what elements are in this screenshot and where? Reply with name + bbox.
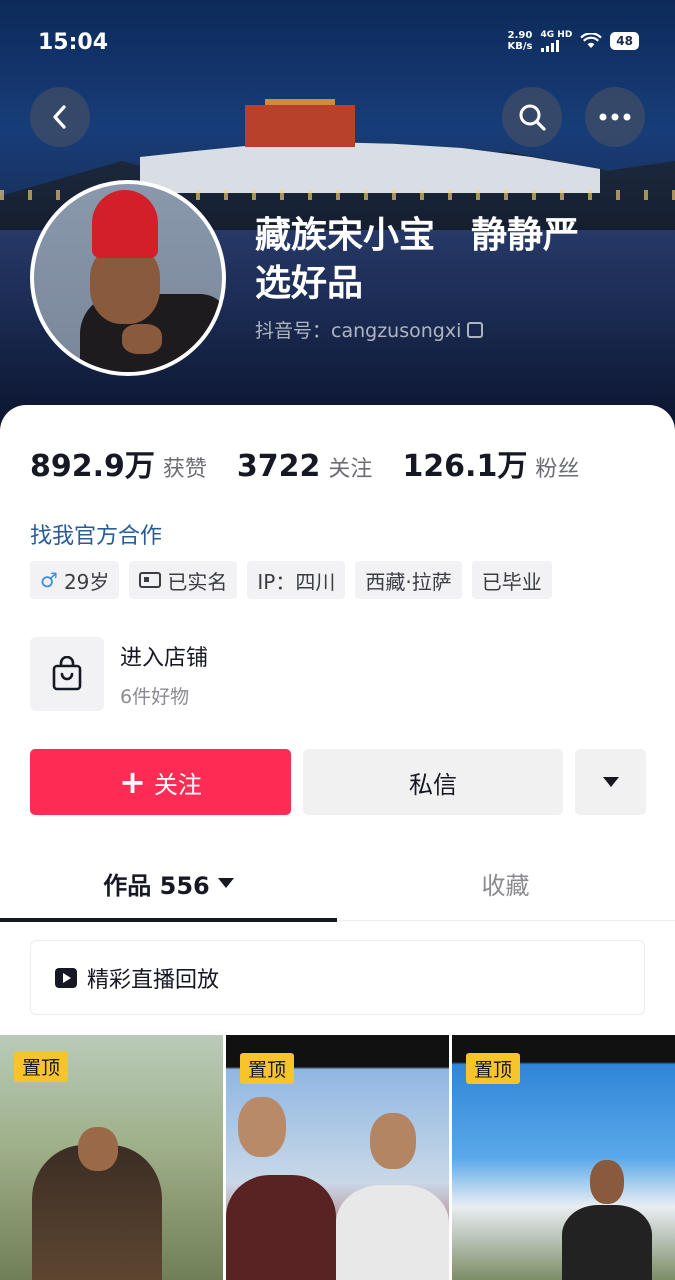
status-bar: 15:04 2.90 KB/s 4G HD 48 — [0, 0, 675, 84]
action-buttons: + 关注 私信 — [30, 749, 646, 815]
tab-favorites-label: 收藏 — [481, 871, 530, 900]
more-icon — [599, 113, 631, 121]
douyin-id-text: 抖音号：cangzusongxi — [255, 320, 462, 342]
stat-following-label: 关注 — [328, 457, 373, 482]
live-replay-label: 精彩直播回放 — [87, 967, 220, 993]
back-icon — [53, 105, 66, 129]
profile-tags: ♂ 29岁 已实名 IP：四川 西藏·拉萨 已毕业 — [30, 561, 552, 599]
video-thumbnail[interactable]: 置顶 — [0, 1035, 223, 1280]
shopping-bag-icon — [52, 656, 82, 691]
tab-favorites[interactable]: 收藏 — [337, 845, 674, 921]
tab-works[interactable]: 作品 556 — [0, 845, 337, 922]
profile-card: 892.9万 获赞 3722 关注 126.1万 粉丝 找我官方合作 ♂ 29岁… — [0, 405, 675, 1280]
stat-following[interactable]: 3722 关注 — [237, 449, 373, 484]
video-thumbnail[interactable]: 置顶 — [452, 1035, 675, 1280]
network-speed-unit: KB/s — [507, 41, 533, 52]
business-cooperation-link[interactable]: 找我官方合作 — [30, 518, 162, 550]
tag-location: 西藏·拉萨 — [355, 561, 462, 599]
more-actions-button[interactable] — [575, 749, 646, 815]
stat-likes-value: 892.9万 — [30, 449, 155, 484]
plus-icon: + — [119, 763, 146, 801]
tag-verified-text: 已实名 — [167, 569, 228, 594]
live-replay-icon — [55, 967, 77, 988]
id-card-icon — [139, 572, 162, 588]
live-replay-entry[interactable]: 精彩直播回放 — [30, 940, 645, 1015]
follow-label: 关注 — [153, 770, 202, 799]
status-indicators: 2.90 KB/s 4G HD 48 — [508, 30, 639, 52]
status-time: 15:04 — [38, 30, 109, 55]
message-button[interactable]: 私信 — [303, 749, 563, 815]
caret-down-icon — [217, 878, 234, 888]
stat-followers-value: 126.1万 — [402, 449, 528, 484]
stat-followers-label: 粉丝 — [535, 457, 580, 482]
caret-down-icon — [602, 777, 619, 787]
douyin-id[interactable]: 抖音号：cangzusongxi — [255, 316, 484, 343]
shop-title: 进入店铺 — [120, 645, 209, 671]
back-button[interactable] — [30, 87, 90, 147]
tag-age-text: 29岁 — [63, 569, 110, 594]
stat-likes[interactable]: 892.9万 获赞 — [30, 441, 207, 485]
search-button[interactable] — [502, 87, 562, 147]
stat-likes-label: 获赞 — [162, 457, 207, 482]
shop-entry[interactable]: 进入店铺 6件好物 — [30, 637, 208, 711]
tab-works-label: 作品 556 — [103, 871, 210, 900]
profile-name: 藏族宋小宝 静静严 选好品 — [255, 215, 580, 304]
stats-row: 892.9万 获赞 3722 关注 126.1万 粉丝 — [30, 441, 609, 485]
tag-age: ♂ 29岁 — [30, 561, 120, 599]
stat-following-value: 3722 — [236, 449, 321, 484]
network-speed-value: 2.90 — [507, 30, 533, 41]
shop-icon-box — [30, 637, 104, 711]
cell-signal: 4G HD — [540, 30, 573, 52]
follow-button[interactable]: + 关注 — [30, 749, 291, 815]
network-speed: 2.90 KB/s — [508, 30, 533, 52]
battery-indicator: 48 — [610, 32, 639, 50]
tag-ip: IP：四川 — [247, 561, 346, 599]
shop-subtitle: 6件好物 — [120, 685, 190, 708]
tag-verified: 已实名 — [129, 561, 238, 599]
video-grid: 置顶 置顶 置顶 — [0, 1035, 675, 1280]
pinned-badge: 置顶 — [466, 1053, 521, 1084]
pinned-badge: 置顶 — [14, 1051, 69, 1082]
signal-bars-icon — [540, 40, 573, 52]
avatar[interactable] — [30, 180, 226, 376]
stat-followers[interactable]: 126.1万 粉丝 — [402, 441, 579, 485]
male-icon: ♂ — [40, 568, 58, 592]
copy-icon[interactable] — [467, 321, 484, 338]
wifi-icon — [580, 33, 603, 48]
network-type: 4G HD — [540, 30, 573, 40]
tag-education: 已毕业 — [471, 561, 552, 599]
search-icon — [519, 104, 546, 131]
pinned-badge: 置顶 — [240, 1053, 295, 1084]
content-tabs: 作品 556 收藏 — [0, 845, 675, 922]
video-thumbnail[interactable]: 置顶 — [226, 1035, 449, 1280]
more-button[interactable] — [585, 87, 645, 147]
